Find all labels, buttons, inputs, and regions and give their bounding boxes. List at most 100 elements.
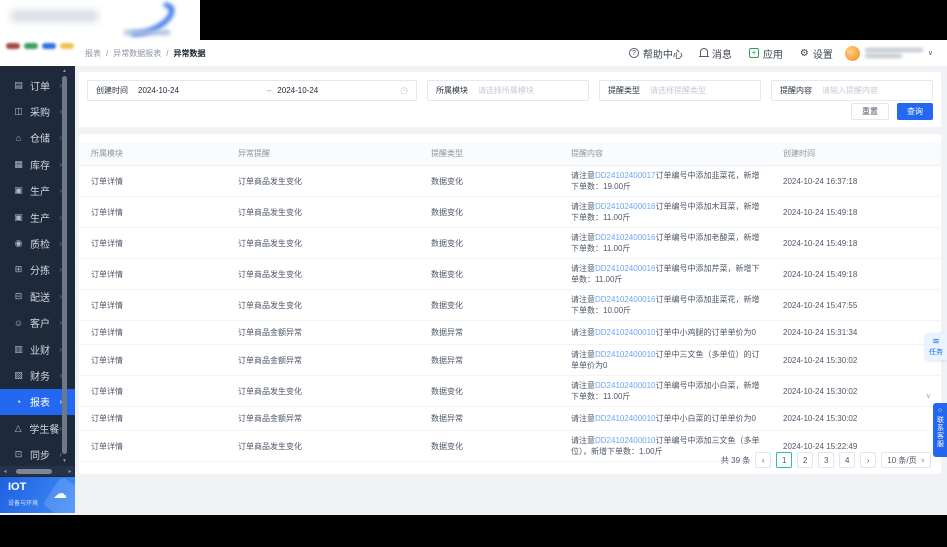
column-header-4: 提醒内容 (559, 148, 771, 159)
content-prefix: 请注意 (571, 436, 595, 445)
customer-service-label: 联系客服 (937, 416, 944, 448)
chevron-down-icon: ∨ (928, 49, 933, 57)
scroll-down-icon[interactable] (61, 458, 68, 464)
sidebar-item-label: 学生餐 (29, 421, 59, 436)
table-row: 订单详情订单商品发生变化数据变化请注意DD24102400016订单编号中添加木… (79, 197, 941, 228)
page-button-3[interactable]: 3 (818, 452, 834, 468)
order-number-link[interactable]: DD24102400010 (595, 381, 656, 390)
sidebar-item-label: 分拣 (30, 262, 50, 277)
customer-service-float-tab[interactable]: ○ 联系客服 (933, 403, 947, 457)
filter-buttons: 重置 查询 (851, 103, 933, 120)
apps-button[interactable]: +应用 (749, 46, 783, 61)
logo-dash-green (24, 43, 38, 49)
task-float-tab[interactable]: ≋ 任务 (925, 333, 947, 360)
page-list: 1234 (776, 452, 855, 468)
page-button-1[interactable]: 1 (776, 452, 792, 468)
sidebar-horizontal-scrollbar[interactable]: ◂ ▸ (0, 466, 75, 476)
order-number-link[interactable]: DD24102400010 (595, 436, 656, 445)
cell-alert: 订单商品金额异常 (226, 409, 419, 428)
cell-alert: 订单商品发生变化 (226, 234, 419, 253)
content-prefix: 请注意 (571, 350, 595, 359)
cell-module: 订单详情 (79, 382, 226, 401)
scroll-up-icon[interactable] (61, 68, 68, 74)
breadcrumb-item[interactable]: 报表 (85, 48, 101, 59)
order-number-link[interactable]: DD24102400017 (595, 171, 656, 180)
order-number-link[interactable]: DD24102400010 (595, 350, 656, 359)
page-size-select[interactable]: 10 条/页 ∨ (881, 452, 931, 468)
logo-blur-blob (10, 10, 98, 22)
purchase-icon: ◫ (12, 106, 25, 117)
order-number-link[interactable]: DD24102400010 (595, 328, 656, 337)
column-header-2: 异常提醒 (226, 148, 419, 159)
cell-alert: 订单商品金额异常 (226, 351, 419, 370)
gear-button[interactable]: ⚙设置 (800, 46, 833, 61)
next-page-button[interactable]: › (860, 452, 876, 468)
cell-time: 2024-10-24 15:49:18 (771, 234, 941, 253)
cell-content: 请注意DD24102400016订单编号中添加芹菜，新增下单数：11.00斤 (559, 259, 771, 289)
sidebar-vertical-scrollbar[interactable] (61, 70, 68, 462)
cell-module: 订单详情 (79, 437, 226, 456)
filter-field-2[interactable]: 提醒类型请选择提醒类型 (599, 80, 761, 101)
cell-alert: 订单商品金额异常 (226, 323, 419, 342)
hscrollbar-thumb[interactable] (16, 469, 52, 474)
date-range-input[interactable]: 创建时间 2024-10-24 – 2024-10-24 ◷ (87, 80, 417, 101)
sidebar-item-label: 订单 (30, 78, 50, 93)
inventory-icon: ▦ (12, 159, 25, 170)
table-body: 订单详情订单商品发生变化数据变化请注意DD24102400017订单编号中添加韭… (79, 166, 941, 462)
table-row: 订单详情订单商品发生变化数据变化请注意DD24102400010订单编号中添加小… (79, 376, 941, 407)
sync-icon: ⊡ (12, 449, 25, 460)
page-button-4[interactable]: 4 (839, 452, 855, 468)
cell-type: 数据变化 (419, 296, 559, 315)
logo-text-blur (124, 30, 170, 35)
bell-button[interactable]: 消息 (700, 46, 732, 61)
logo-dash-yellow (60, 43, 74, 49)
iot-title: IOT (8, 481, 26, 493)
table-header-row: 所属模块异常提醒提醒类型提醒内容创建时间 (79, 142, 941, 166)
sidebar-item-label: 质检 (30, 236, 50, 251)
scrollbar-thumb[interactable] (62, 76, 67, 454)
scroll-left-icon[interactable]: ◂ (0, 468, 10, 475)
filter-field-placeholder: 请输入提醒内容 (822, 85, 878, 96)
top-navbar: 报表/异常数据报表/异常数据 ?帮助中心消息+应用⚙设置 ∨ (0, 40, 947, 66)
cell-time: 2024-10-24 15:47:55 (771, 296, 941, 315)
order-number-link[interactable]: DD24102400016 (595, 264, 656, 273)
filter-inputs: 创建时间 2024-10-24 – 2024-10-24 ◷ 所属模块请选择所属… (79, 72, 941, 101)
order-number-link[interactable]: DD24102400010 (595, 414, 656, 423)
content-prefix: 请注意 (571, 171, 595, 180)
header-action-label: 帮助中心 (643, 46, 683, 61)
sorting-icon: ⊞ (12, 264, 25, 275)
cell-module: 订单详情 (79, 409, 226, 428)
sidebar-item-label: 仓储 (30, 130, 50, 145)
iot-banner[interactable]: IOT 设备与环境 ☁ (0, 477, 75, 513)
cell-content: 请注意DD24102400010订单中三文鱼（多单位）的订单单价为0 (559, 345, 771, 375)
user-menu[interactable]: ∨ (845, 46, 933, 61)
logo-dash-blue (42, 43, 56, 49)
scroll-right-icon[interactable]: ▸ (65, 468, 75, 475)
production-icon: ▣ (12, 185, 25, 196)
column-header-1: 所属模块 (79, 148, 226, 159)
cell-module: 订单详情 (79, 265, 226, 284)
prev-page-button[interactable]: ‹ (755, 452, 771, 468)
filter-field-1[interactable]: 所属模块请选择所属模块 (427, 80, 589, 101)
search-button[interactable]: 查询 (897, 103, 933, 120)
finance-icon: ▧ (12, 370, 25, 381)
help-button[interactable]: ?帮助中心 (629, 46, 683, 61)
reset-button[interactable]: 重置 (851, 103, 889, 120)
cell-alert: 订单商品发生变化 (226, 265, 419, 284)
page-button-2[interactable]: 2 (797, 452, 813, 468)
sidebar-item-label: 客户 (30, 315, 50, 330)
cell-module: 订单详情 (79, 203, 226, 222)
date-from-value: 2024-10-24 (138, 86, 179, 95)
headset-icon: ○ (938, 407, 942, 414)
content-prefix: 请注意 (571, 381, 595, 390)
order-number-link[interactable]: DD24102400016 (595, 295, 656, 304)
filter-field-3[interactable]: 提醒内容请输入提醒内容 (771, 80, 933, 101)
app-logo (0, 0, 200, 40)
table-row: 订单详情订单商品发生变化数据变化请注意DD24102400017订单编号中添加韭… (79, 166, 941, 197)
order-number-link[interactable]: DD24102400016 (595, 233, 656, 242)
breadcrumb-item[interactable]: 异常数据报表 (113, 48, 161, 59)
collapse-chevron-icon[interactable]: ∨ (926, 392, 931, 400)
order-number-link[interactable]: DD24102400016 (595, 202, 656, 211)
content-prefix: 请注意 (571, 328, 595, 337)
table-row: 订单详情订单商品发生变化数据变化请注意DD24102400016订单编号中添加芹… (79, 259, 941, 290)
